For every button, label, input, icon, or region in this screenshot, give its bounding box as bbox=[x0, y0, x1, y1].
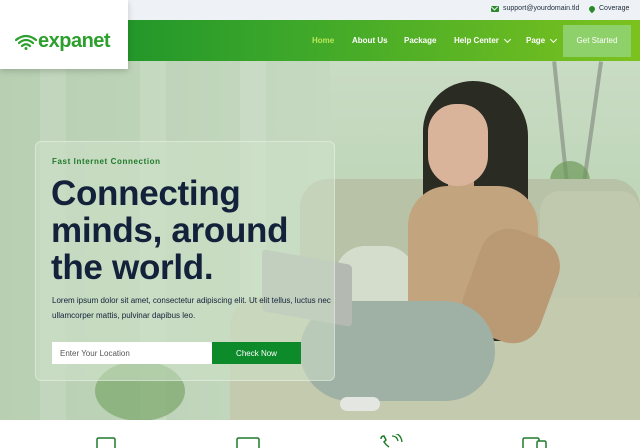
chevron-down-icon bbox=[550, 35, 558, 43]
support-email-text: support@yourdomain.tld bbox=[503, 5, 580, 12]
wifi-signal-icon bbox=[15, 34, 37, 50]
mobile-devices-icon bbox=[522, 437, 547, 448]
nav-about-us-label: About Us bbox=[352, 36, 388, 45]
hero-description: Lorem ipsum dolor sit amet, consectetur … bbox=[52, 296, 331, 320]
phone-call-icon bbox=[380, 434, 403, 448]
check-now-button[interactable]: Check Now bbox=[212, 342, 301, 364]
nav-home-label: Home bbox=[312, 36, 335, 45]
location-input[interactable] bbox=[52, 342, 212, 364]
hero-eyebrow: Fast Internet Connection bbox=[52, 157, 161, 166]
nav-home[interactable]: Home bbox=[312, 20, 334, 61]
nav-package-label: Package bbox=[404, 36, 437, 45]
nav-page[interactable]: Page bbox=[526, 20, 558, 61]
person-face bbox=[428, 104, 488, 186]
monitor-icon bbox=[96, 437, 116, 448]
brand-name: expanet bbox=[38, 30, 111, 52]
nav-help-center-label: Help Center bbox=[454, 36, 499, 45]
monitor-icon bbox=[236, 437, 260, 448]
envelope-icon bbox=[491, 5, 499, 12]
hero-headline: Connecting minds, around the world. bbox=[51, 174, 289, 287]
chevron-down-icon bbox=[503, 35, 511, 43]
map-pin-icon bbox=[587, 4, 597, 13]
nav-package[interactable]: Package bbox=[404, 20, 436, 61]
logo-container[interactable]: expanet bbox=[0, 0, 128, 69]
nav-about-us[interactable]: About Us bbox=[352, 20, 388, 61]
nav-page-label: Page bbox=[526, 36, 546, 45]
get-started-button[interactable]: Get Started bbox=[563, 25, 631, 57]
coverage-text: Coverage bbox=[599, 5, 630, 12]
support-email[interactable]: support@yourdomain.tld bbox=[491, 5, 579, 12]
person-foot bbox=[340, 397, 380, 411]
nav-help-center[interactable]: Help Center bbox=[454, 20, 511, 61]
coverage-link[interactable]: Coverage bbox=[587, 4, 630, 13]
